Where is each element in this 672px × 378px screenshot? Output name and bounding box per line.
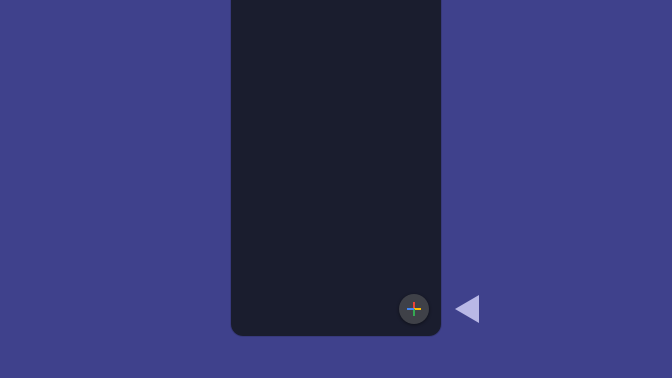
google-plus-icon <box>407 302 421 316</box>
back-triangle-icon <box>455 295 479 323</box>
compose-fab-button[interactable] <box>399 294 429 324</box>
content-panel <box>231 0 441 336</box>
back-button[interactable] <box>450 292 482 326</box>
